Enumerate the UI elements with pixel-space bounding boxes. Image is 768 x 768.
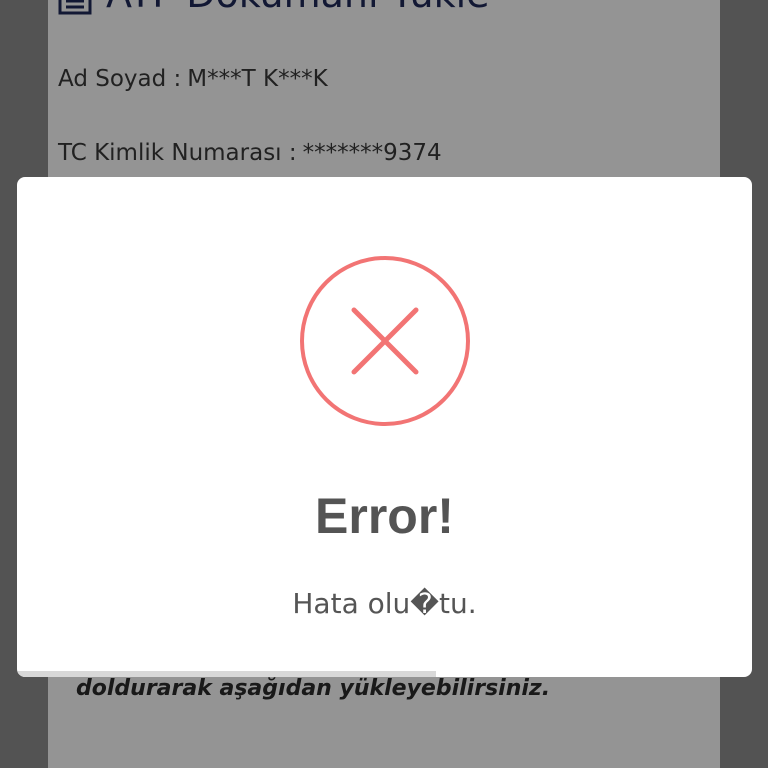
auto-close-timer [17, 671, 752, 677]
error-x-circle-icon [299, 255, 471, 427]
dialog-message: Hata olu�tu. [292, 587, 477, 620]
timer-progress-bar [17, 671, 436, 677]
dialog-title: Error! [315, 488, 454, 544]
error-dialog: Error! Hata olu�tu. [17, 177, 752, 677]
